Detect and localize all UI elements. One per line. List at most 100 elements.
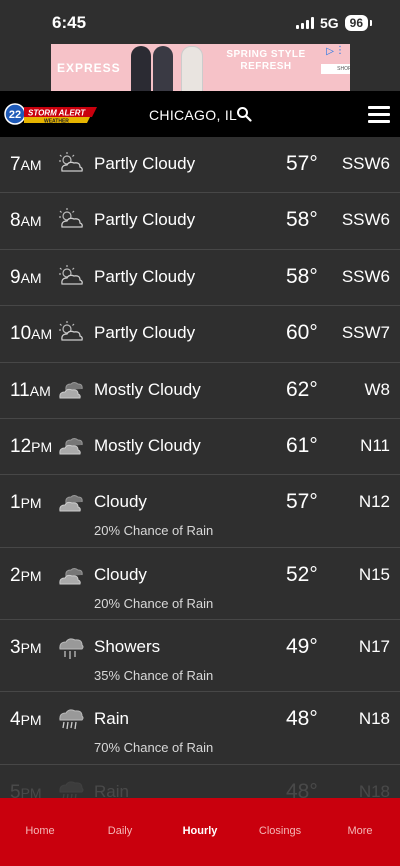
ad-cta-button[interactable]: SHOP NOW <box>321 64 350 74</box>
status-time: 6:45 <box>52 13 87 32</box>
nav-more[interactable]: More <box>320 798 400 866</box>
hamburger-menu-icon[interactable] <box>368 106 390 123</box>
condition-label: Mostly Cloudy <box>94 435 201 455</box>
nav-home[interactable]: Home <box>0 798 80 866</box>
temperature: 57° <box>286 490 318 514</box>
hour-ampm: AM <box>20 213 42 230</box>
showers-icon <box>59 638 84 659</box>
hourly-forecast-list: 7AM Partly Cloudy 57° SSW6 8AM Partly Cloudy 5… <box>0 137 400 805</box>
svg-text:STORM ALERT: STORM ALERT <box>28 109 86 118</box>
partly-cloudy-icon <box>59 152 83 172</box>
hour-time: 1PM <box>10 492 42 514</box>
hour-ampm: PM <box>20 495 42 512</box>
hour-ampm: PM <box>20 712 42 729</box>
nav-closings[interactable]: Closings <box>240 798 320 866</box>
location-label[interactable]: CHICAGO, IL <box>149 107 237 123</box>
nav-daily[interactable]: Daily <box>80 798 160 866</box>
temperature: 57° <box>286 152 318 175</box>
hour-row[interactable]: 2PM Cloudy 20% Chance of Rain 52° N15 <box>0 548 400 620</box>
condition-label: Partly Cloudy <box>94 266 196 286</box>
hour-value: 7 <box>10 154 21 175</box>
partly-cloudy-icon <box>59 208 83 229</box>
hour-value: 4 <box>10 709 21 731</box>
hour-row[interactable]: 12PM Mostly Cloudy 61° N11 <box>0 419 400 476</box>
condition-label: Cloudy <box>94 564 147 584</box>
hour-time: 9AM <box>10 267 42 289</box>
hour-ampm: AM <box>31 326 53 343</box>
hour-time: 3PM <box>10 637 42 659</box>
temperature: 48° <box>286 707 318 731</box>
network-label: 5G <box>319 15 339 31</box>
hour-time: 2PM <box>10 565 42 587</box>
hour-row[interactable]: 8AM Partly Cloudy 58° SSW6 <box>0 193 400 250</box>
station-logo[interactable]: 22 STORM ALERT WEATHER <box>4 102 98 126</box>
temperature: 58° <box>286 208 318 232</box>
hour-value: 2 <box>10 564 21 586</box>
condition-label: Partly Cloudy <box>94 210 196 230</box>
hour-time: 7AM <box>10 154 42 176</box>
hour-value: 1 <box>10 492 21 514</box>
ad-person-image <box>153 46 173 91</box>
hour-ampm: PM <box>31 438 53 455</box>
wind-label: N18 <box>358 709 390 729</box>
hour-ampm: AM <box>29 382 51 399</box>
ad-more-icon[interactable]: ⋮ <box>335 45 345 56</box>
bottom-nav: Home Daily Hourly Closings More <box>0 798 400 866</box>
hour-time: 4PM <box>10 709 42 731</box>
wind-label: SSW6 <box>341 210 390 230</box>
temperature: 62° <box>286 377 318 401</box>
wind-label: N11 <box>360 435 390 455</box>
hour-time: 11AM <box>10 380 51 402</box>
nav-hourly[interactable]: Hourly <box>160 798 240 866</box>
ad-banner[interactable]: EXPRESS SPRING STYLE REFRESH SHOP NOW ▷ … <box>51 44 350 91</box>
temperature: 60° <box>286 321 318 345</box>
hour-row[interactable]: 3PM Showers 35% Chance of Rain 49° N17 <box>0 620 400 693</box>
hour-value: 3 <box>10 636 21 658</box>
temperature: 49° <box>286 634 318 658</box>
hour-ampm: AM <box>20 157 42 173</box>
hour-value: 8 <box>10 210 21 232</box>
hour-ampm: AM <box>20 269 42 286</box>
rain-chance: 35% Chance of Rain <box>94 667 214 683</box>
status-bar: 6:45 5G 96 <box>0 0 400 44</box>
hour-value: 9 <box>10 266 21 288</box>
hour-value: 11 <box>10 379 30 401</box>
hour-value: 12 <box>10 435 32 457</box>
condition-label: Partly Cloudy <box>94 154 196 173</box>
battery-icon: 96 <box>344 15 373 31</box>
cloudy-icon <box>59 495 83 512</box>
condition-label: Mostly Cloudy <box>94 379 201 399</box>
wind-label: SSW6 <box>341 266 390 286</box>
mostly-cloudy-icon <box>59 437 83 455</box>
hour-value: 10 <box>10 323 32 345</box>
signal-icon <box>295 17 314 29</box>
rain-chance: 70% Chance of Rain <box>94 740 214 756</box>
hour-row[interactable]: 1PM Cloudy 20% Chance of Rain 57° N12 <box>0 475 400 548</box>
hour-time: 8AM <box>10 210 42 232</box>
hour-time: 10AM <box>10 323 52 345</box>
hour-ampm: PM <box>20 639 42 656</box>
hour-row[interactable]: 4PM Rain 70% Chance of Rain 48° N18 <box>0 692 400 765</box>
hour-row[interactable]: 9AM Partly Cloudy 58° SSW6 <box>0 250 400 307</box>
cloudy-icon <box>59 567 83 585</box>
temperature: 52° <box>286 562 318 586</box>
wind-label: N17 <box>358 636 390 656</box>
svg-text:WEATHER: WEATHER <box>44 119 69 125</box>
partly-cloudy-icon <box>59 321 83 341</box>
adchoices-icon[interactable]: ▷ <box>326 46 334 57</box>
wind-label: SSW7 <box>341 323 390 343</box>
hour-row[interactable]: 10AM Partly Cloudy 60° SSW7 <box>0 306 400 363</box>
hour-ampm: PM <box>20 567 42 584</box>
hour-row[interactable]: 11AM Mostly Cloudy 62° W8 <box>0 363 400 419</box>
condition-label: Cloudy <box>94 492 147 512</box>
hour-row[interactable]: 7AM Partly Cloudy 57° SSW6 <box>0 137 400 194</box>
partly-cloudy-icon <box>59 264 83 285</box>
wind-label: SSW6 <box>341 154 390 173</box>
ad-person-image <box>181 46 203 91</box>
wind-label: N15 <box>358 564 390 584</box>
search-icon[interactable] <box>236 106 252 122</box>
rain-chance: 20% Chance of Rain <box>94 523 214 539</box>
condition-label: Partly Cloudy <box>94 323 196 343</box>
mostly-cloudy-icon <box>59 381 83 399</box>
temperature: 58° <box>286 264 318 288</box>
